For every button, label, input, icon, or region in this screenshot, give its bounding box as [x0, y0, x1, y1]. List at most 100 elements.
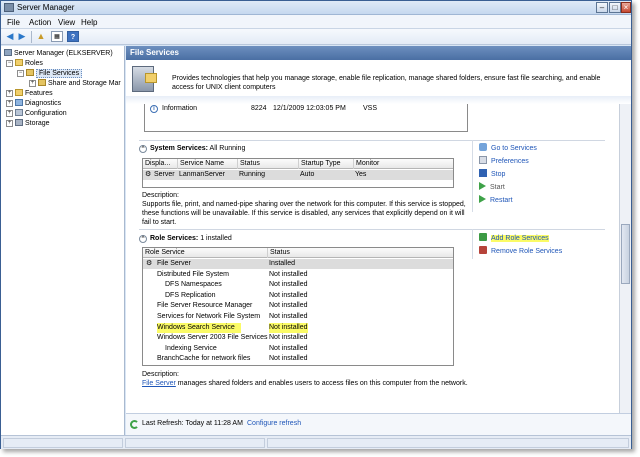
stop-link[interactable]: Stop: [479, 169, 505, 179]
tree-item-features[interactable]: + Features: [6, 89, 53, 99]
table-row[interactable]: DFS Replication Not installed: [143, 291, 453, 301]
table-row[interactable]: DFS Namespaces Not installed: [143, 280, 453, 290]
collapse-section-icon[interactable]: ^: [139, 145, 147, 153]
menu-bar: File Action View Help: [1, 15, 631, 29]
navigation-tree: Server Manager (ELKSERVER) − Roles − File …: [1, 46, 125, 435]
server-icon: [4, 49, 12, 56]
menu-help[interactable]: Help: [81, 18, 97, 27]
tree-item-roles[interactable]: − Roles: [6, 59, 43, 69]
role-summary: Provides technologies that help you mana…: [172, 75, 601, 91]
pane-header: File Services: [126, 46, 631, 60]
role-service-status: Not installed: [269, 281, 308, 289]
table-row[interactable]: Windows Server 2003 File Services Not ins…: [143, 333, 453, 343]
show-hide-tree-icon[interactable]: ▦: [51, 31, 63, 42]
storage-icon: [15, 119, 23, 126]
refresh-icon[interactable]: [130, 420, 139, 429]
system-services-title[interactable]: ^ System Services: All Running: [139, 144, 245, 154]
table-row[interactable]: File Server Resource Manager Not installe…: [143, 301, 453, 311]
help-icon[interactable]: ?: [67, 31, 79, 42]
event-id: 8224: [251, 105, 267, 112]
col-monitor[interactable]: Monitor: [353, 159, 379, 169]
toolbar-separator: [31, 31, 32, 43]
table-row[interactable]: Services for Network File System Not inst…: [143, 312, 453, 322]
features-icon: [15, 89, 23, 96]
system-services-state: All Running: [209, 145, 246, 152]
title-bar[interactable]: Server Manager – □ ×: [1, 1, 631, 15]
forward-arrow-icon[interactable]: ▶: [16, 31, 28, 42]
preferences-link[interactable]: Preferences: [479, 156, 529, 166]
server-manager-window: Server Manager – □ × File Action View He…: [0, 0, 632, 449]
expand-icon[interactable]: +: [6, 90, 13, 97]
role-service-name: Indexing Service: [165, 344, 217, 352]
tree-item-file-services[interactable]: − File Services: [17, 69, 83, 79]
up-level-icon[interactable]: ▲: [35, 31, 47, 42]
tree-item-storage[interactable]: + Storage: [6, 119, 50, 129]
restart-link[interactable]: Restart: [479, 195, 513, 205]
expand-icon[interactable]: +: [6, 100, 13, 107]
role-services-grid: Role Service Status ⚙ File Server Installe…: [142, 247, 454, 366]
col-status[interactable]: Status: [237, 159, 260, 169]
col-service-name[interactable]: Service Name: [177, 159, 224, 169]
tree-item-share-storage[interactable]: + Share and Storage Mar: [29, 79, 121, 89]
role-services-title[interactable]: ^ Role Services: 1 installed: [139, 234, 232, 244]
collapse-section-icon[interactable]: ^: [139, 235, 147, 243]
minimize-button[interactable]: –: [596, 2, 608, 13]
back-arrow-icon[interactable]: ◀: [4, 31, 16, 42]
installed-role-icon: ⚙: [146, 260, 153, 267]
role-service-status: Installed: [269, 260, 296, 267]
system-services-grid: Displa... Service Name Status Startup Ty…: [142, 158, 454, 188]
col-status[interactable]: Status: [267, 248, 290, 258]
add-role-services-link[interactable]: Add Role Services: [479, 233, 549, 243]
menu-view[interactable]: View: [58, 18, 75, 27]
col-role-service[interactable]: Role Service: [143, 248, 185, 258]
scrollbar-thumb[interactable]: [621, 224, 630, 284]
tree-item-server-manager[interactable]: Server Manager (ELKSERVER): [4, 49, 113, 59]
role-service-status: Not installed: [269, 270, 308, 278]
menu-action[interactable]: Action: [29, 18, 51, 27]
expand-icon[interactable]: +: [6, 110, 13, 117]
tree-item-configuration[interactable]: + Configuration: [6, 109, 67, 119]
maximize-button[interactable]: □: [609, 2, 621, 13]
table-row[interactable]: Distributed File System Not installed: [143, 270, 453, 280]
role-service-status: Not installed: [269, 291, 308, 299]
role-description: Description: File Server manages shared …: [142, 371, 468, 387]
collapse-icon[interactable]: −: [17, 70, 24, 77]
role-service-status: Not installed: [269, 302, 308, 310]
start-link: Start: [479, 182, 505, 192]
close-button[interactable]: ×: [621, 2, 631, 13]
section-band: [126, 96, 631, 104]
tree-item-diagnostics[interactable]: + Diagnostics: [6, 99, 61, 109]
col-display[interactable]: Displa...: [143, 159, 170, 169]
remove-role-services-link[interactable]: Remove Role Services: [479, 246, 562, 256]
remove-role-icon: [479, 246, 487, 254]
role-services-state: 1 installed: [200, 235, 232, 242]
grid-header: Role Service Status: [143, 248, 453, 258]
col-startup-type[interactable]: Startup Type: [298, 159, 341, 169]
expand-icon[interactable]: +: [6, 120, 13, 127]
vertical-scrollbar[interactable]: [619, 104, 631, 413]
table-row[interactable]: Indexing Service Not installed: [143, 344, 453, 354]
collapse-icon[interactable]: −: [6, 60, 13, 67]
event-row[interactable]: i Information 8224 12/1/2009 12:03:05 PM…: [150, 104, 470, 114]
gear-icon: ⚙: [145, 171, 152, 178]
status-bar: [1, 435, 631, 449]
configure-refresh-link[interactable]: Configure refresh: [247, 420, 301, 427]
window-title: Server Manager: [17, 3, 75, 12]
table-row[interactable]: BranchCache for network files Not install…: [143, 354, 453, 364]
events-grid: i Information 8224 12/1/2009 12:03:05 PM…: [144, 104, 468, 132]
preferences-icon: [479, 156, 487, 164]
expand-icon[interactable]: +: [29, 80, 36, 87]
table-row[interactable]: ⚙ File Server Installed: [143, 259, 453, 269]
file-server-link[interactable]: File Server: [142, 380, 176, 387]
table-row[interactable]: Windows Search Service Not installed: [143, 322, 453, 333]
role-service-name: BranchCache for network files: [157, 355, 251, 363]
grid-header: Displa... Service Name Status Startup Ty…: [143, 159, 453, 169]
role-service-name: Distributed File System: [157, 270, 229, 278]
role-services-section: ^ Role Services: 1 installed Role Service…: [139, 229, 605, 413]
table-row[interactable]: ⚙ Server LanmanServer Running Auto Yes: [143, 170, 453, 180]
menu-file[interactable]: File: [7, 18, 20, 27]
last-refresh-text: Last Refresh: Today at 11:28 AM: [142, 420, 243, 427]
status-cell: [267, 438, 629, 448]
go-to-services-link[interactable]: Go to Services: [479, 143, 537, 153]
services-icon: [479, 143, 487, 151]
